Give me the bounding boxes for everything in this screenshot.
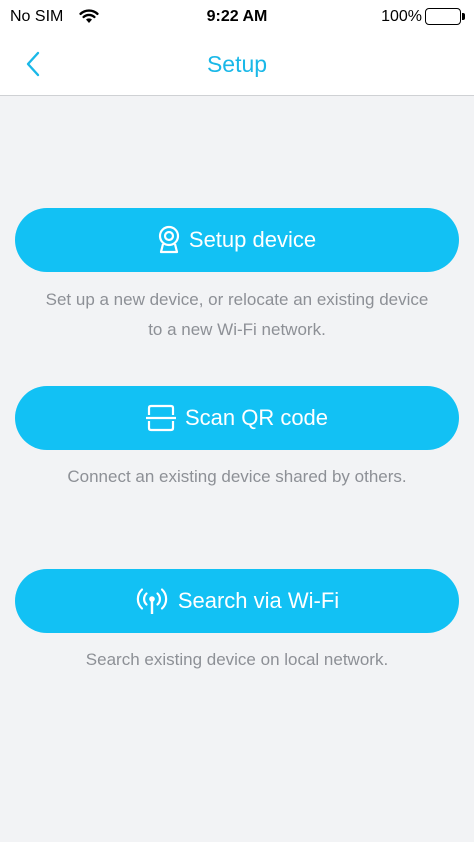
search-via-wifi-label: Search via Wi-Fi [177,588,340,613]
search-via-wifi-description: Search existing device on local network. [85,650,389,669]
scan-icon [145,404,176,432]
setup-device-button[interactable]: Setup device [15,208,459,272]
navigation-bar: Setup [0,34,474,96]
battery-percent: 100% [381,8,422,25]
battery-icon [425,8,465,25]
scan-qr-code-description: Connect an existing device shared by oth… [67,467,407,486]
search-via-wifi-button[interactable]: Search via Wi-Fi [15,569,459,633]
setup-device-label: Setup device [188,227,317,252]
page-title: Setup [206,51,268,77]
status-bar: No SIM 9:22 AM 100% [0,0,474,34]
setup-device-description: Set up a new device, or relocate an exis… [45,290,429,339]
camera-icon [158,225,180,255]
scan-qr-code-label: Scan QR code [184,405,329,430]
scan-qr-code-button[interactable]: Scan QR code [15,386,459,450]
wifi-antenna-icon [135,587,169,615]
